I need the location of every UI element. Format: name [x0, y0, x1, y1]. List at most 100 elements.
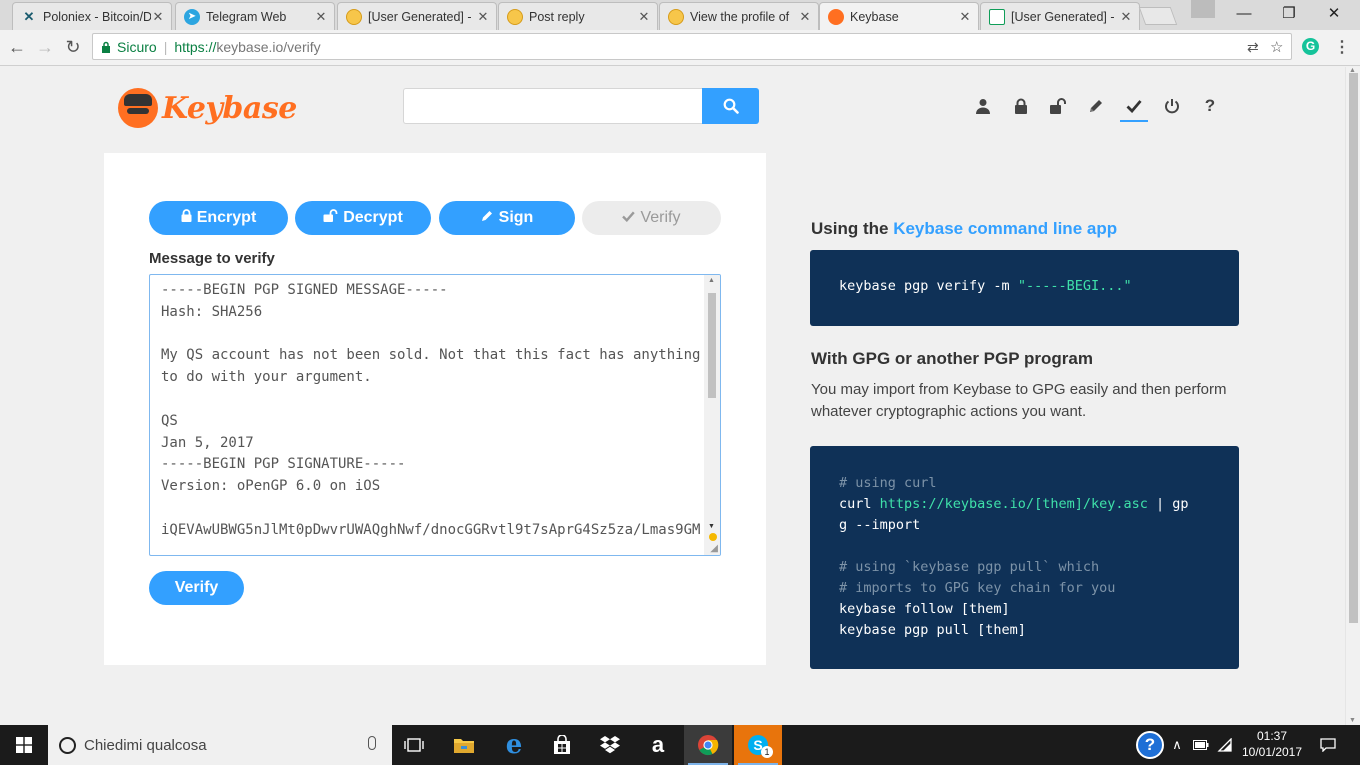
pencil-icon	[1090, 100, 1102, 112]
search-input[interactable]	[403, 88, 703, 124]
scrollbar-thumb[interactable]	[708, 293, 716, 398]
tab-close-icon[interactable]: ✕	[476, 9, 490, 25]
scroll-down-icon[interactable]: ▼	[1349, 717, 1356, 724]
poloniex-icon: ✕	[23, 8, 35, 24]
task-view-icon[interactable]	[390, 725, 438, 765]
address-bar[interactable]: Sicuro | https:// keybase.io/verify ⇄ ☆	[92, 33, 1292, 60]
restore-button[interactable]: ❐	[1269, 3, 1309, 25]
back-arrow-icon[interactable]: ←	[6, 36, 28, 58]
browser-tab-strip: ✕ Poloniex - Bitcoin/D ✕ ➤ Telegram Web …	[0, 0, 1360, 30]
wifi-icon[interactable]	[1214, 725, 1236, 765]
tab-view-profile[interactable]: View the profile of ✕	[659, 2, 819, 30]
translate-icon[interactable]: ⇄	[1247, 39, 1259, 56]
search-placeholder: Chiedimi qualcosa	[84, 736, 207, 754]
verify-mode-button[interactable]: Verify	[582, 201, 721, 235]
grammarly-status-icon[interactable]	[709, 533, 717, 541]
nav-encrypt[interactable]	[1008, 93, 1034, 119]
verify-card: Encrypt Decrypt Sign Verify Message to v…	[104, 153, 766, 665]
tab-close-icon[interactable]: ✕	[151, 9, 165, 25]
close-window-button[interactable]: ✕	[1314, 3, 1354, 25]
reload-icon[interactable]: ↻	[62, 36, 84, 58]
cli-heading: Using the Keybase command line app	[811, 219, 1118, 238]
amazon-icon[interactable]: a	[634, 725, 682, 765]
page-viewport: Keybase ? Encrypt Decrypt Sign Verify Me…	[0, 67, 1345, 725]
tab-user-generated-1[interactable]: [User Generated] - ✕	[337, 2, 497, 30]
show-hidden-icons[interactable]: ∧	[1168, 725, 1186, 765]
tab-user-generated-2[interactable]: [User Generated] - ✕	[980, 2, 1140, 30]
bookmark-star-icon[interactable]: ☆	[1270, 38, 1283, 56]
chrome-menu-icon[interactable]: ⋮	[1334, 37, 1350, 57]
check-icon	[622, 209, 636, 227]
tab-close-icon[interactable]: ✕	[1119, 9, 1133, 25]
tab-close-icon[interactable]: ✕	[798, 9, 812, 25]
search-icon	[723, 98, 739, 114]
sign-mode-button[interactable]: Sign	[439, 201, 575, 235]
chrome-icon[interactable]	[684, 725, 732, 765]
nav-logout[interactable]	[1159, 93, 1185, 119]
telegram-icon: ➤	[184, 8, 200, 25]
forward-arrow-icon[interactable]: →	[34, 36, 56, 58]
store-icon[interactable]	[538, 725, 586, 765]
scroll-down-icon[interactable]: ▼	[708, 523, 715, 530]
tab-post-reply[interactable]: Post reply ✕	[498, 2, 658, 30]
message-text[interactable]: -----BEGIN PGP SIGNED MESSAGE----- Hash:…	[161, 280, 701, 542]
action-center-icon[interactable]	[1316, 725, 1340, 765]
cortana-icon	[59, 736, 76, 754]
message-textarea[interactable]: -----BEGIN PGP SIGNED MESSAGE----- Hash:…	[149, 274, 721, 556]
lock-icon	[1015, 98, 1027, 114]
nav-decrypt[interactable]	[1045, 93, 1071, 119]
tab-close-icon[interactable]: ✕	[637, 9, 651, 25]
cortana-search-box[interactable]: Chiedimi qualcosa	[48, 725, 392, 765]
clock-date: 10/01/2017	[1241, 745, 1303, 759]
edge-icon[interactable]: e	[490, 725, 538, 765]
lock-icon	[181, 209, 192, 227]
gpg-heading: With GPG or another PGP program	[811, 349, 1093, 368]
coin-icon	[507, 8, 523, 25]
file-explorer-icon[interactable]	[440, 725, 488, 765]
scroll-up-icon[interactable]: ▲	[708, 277, 715, 284]
keybase-logo-icon	[118, 88, 158, 128]
battery-icon[interactable]	[1190, 725, 1212, 765]
url-scheme: https://	[174, 38, 217, 55]
search-button[interactable]	[702, 88, 759, 124]
tab-close-icon[interactable]: ✕	[958, 9, 972, 25]
start-button[interactable]	[0, 725, 48, 765]
user-icon	[976, 99, 990, 114]
help-icon[interactable]: ?	[1197, 93, 1223, 119]
skype-badge: 1	[761, 746, 773, 758]
page-scrollbar-thumb[interactable]	[1349, 73, 1358, 623]
profile-icon[interactable]	[1191, 0, 1215, 18]
check-icon	[1126, 100, 1142, 113]
nav-verify[interactable]	[1120, 93, 1148, 122]
cli-app-link[interactable]: Keybase command line app	[893, 219, 1117, 238]
brand-wordmark: Keybase	[162, 90, 297, 126]
minimize-button[interactable]: —	[1224, 3, 1264, 25]
microphone-icon[interactable]	[368, 736, 376, 750]
url-host-path: keybase.io/verify	[216, 38, 321, 55]
keybase-logo[interactable]: Keybase	[118, 85, 297, 131]
secure-label: Sicuro	[117, 38, 157, 55]
system-clock[interactable]: 01:37 10/01/2017	[1235, 728, 1309, 760]
grammarly-icon[interactable]: G	[1302, 38, 1319, 55]
tab-telegram[interactable]: ➤ Telegram Web ✕	[175, 2, 335, 30]
dropbox-icon[interactable]	[586, 725, 634, 765]
unlock-icon	[323, 209, 338, 227]
tab-poloniex[interactable]: ✕ Poloniex - Bitcoin/D ✕	[12, 2, 172, 30]
verify-button[interactable]: Verify	[149, 571, 244, 605]
windows-logo-icon	[16, 737, 32, 753]
encrypt-mode-button[interactable]: Encrypt	[149, 201, 288, 235]
tab-close-icon[interactable]: ✕	[314, 9, 328, 25]
decrypt-mode-button[interactable]: Decrypt	[295, 201, 431, 235]
tab-keybase[interactable]: Keybase ✕	[819, 2, 979, 30]
textarea-scrollbar[interactable]: ▲ ▼	[704, 275, 720, 555]
resize-grip-icon[interactable]: ◢	[710, 543, 718, 554]
clock-time: 01:37	[1256, 729, 1288, 743]
skype-icon[interactable]: S 1	[734, 725, 782, 765]
help-tray-icon[interactable]: ?	[1133, 725, 1167, 765]
coin-icon	[346, 8, 362, 25]
nav-sign[interactable]	[1083, 93, 1109, 119]
page-scrollbar[interactable]: ▲ ▼	[1345, 67, 1360, 725]
nav-profile[interactable]	[970, 93, 996, 119]
new-tab-button[interactable]	[1138, 7, 1178, 25]
windows-taskbar: Chiedimi qualcosa e a S 1 ? ∧ 01:37 10/0…	[0, 725, 1360, 765]
